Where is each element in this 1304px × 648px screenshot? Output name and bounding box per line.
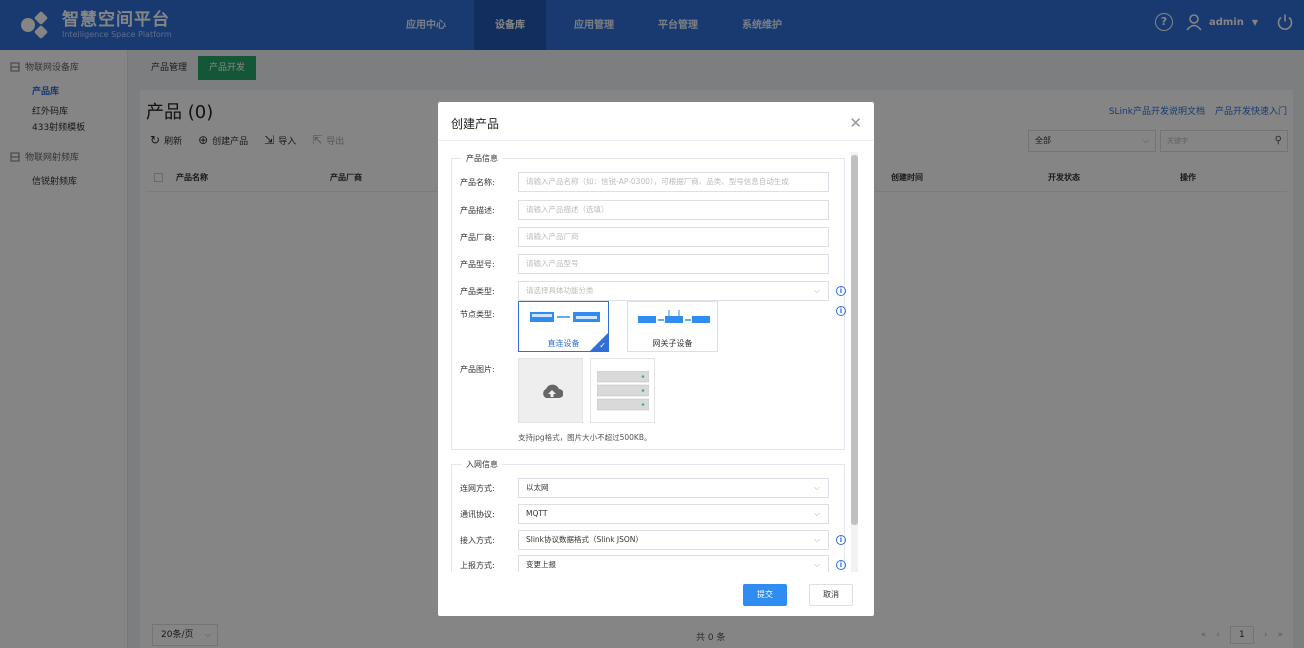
device-image [597, 371, 649, 411]
product-desc-input[interactable]: 请输入产品描述（选填） [518, 200, 829, 220]
vendor-placeholder: 请输入产品厂商 [526, 232, 579, 241]
chevron-down-icon: ⌵ [813, 535, 820, 544]
desc-placeholder: 请输入产品描述（选填） [526, 205, 609, 214]
protocol-select[interactable]: MQTT ⌵ [518, 504, 829, 524]
section-title: 入网信息 [462, 459, 502, 470]
report-method-select[interactable]: 变更上报 ⌵ [518, 555, 829, 572]
chevron-down-icon: ⌵ [813, 509, 820, 518]
dialog-divider [438, 140, 874, 141]
check-icon: ✓ [599, 341, 606, 350]
image-hint: 支持jpg格式，图片大小不超过500KB。 [518, 433, 652, 442]
type-placeholder: 请选择具体功能分类 [526, 286, 594, 295]
desc-label: 产品描述: [460, 206, 495, 215]
info-icon[interactable]: i [836, 535, 846, 545]
proto-value: MQTT [526, 509, 548, 518]
image-label: 产品图片: [460, 365, 495, 374]
report-value: 变更上报 [526, 560, 556, 569]
info-icon[interactable]: i [836, 560, 846, 570]
connection-method-select[interactable]: 以太网 ⌵ [518, 478, 829, 498]
dialog-body: 产品信息 产品名称: 请输入产品名称（如：信锐-AP-0300），可根据厂商、品… [451, 152, 859, 572]
section-title: 产品信息 [462, 153, 502, 164]
node-type-label: 节点类型: [460, 310, 495, 319]
proto-label: 通讯协议: [460, 510, 495, 519]
node-option-label: 网关子设备 [652, 339, 693, 348]
cloud-upload-icon [543, 384, 563, 398]
type-label: 产品类型: [460, 287, 495, 296]
image-upload-area[interactable] [518, 358, 583, 423]
chevron-down-icon: ⌵ [813, 286, 820, 295]
dialog-title: 创建产品 [451, 117, 500, 131]
info-icon[interactable]: i [836, 286, 846, 296]
chevron-down-icon: ⌵ [813, 560, 820, 569]
conn-value: 以太网 [526, 483, 549, 492]
vendor-input[interactable]: 请输入产品厂商 [518, 227, 829, 247]
gateway-device-icon [638, 310, 710, 323]
model-placeholder: 请输入产品型号 [526, 259, 579, 268]
model-label: 产品型号: [460, 260, 495, 269]
chevron-down-icon: ⌵ [813, 483, 820, 492]
access-method-select[interactable]: Slink协议数据格式（Slink JSON） ⌵ [518, 530, 829, 550]
conn-label: 连网方式: [460, 484, 495, 493]
product-image-preview [590, 358, 655, 423]
access-label: 接入方式: [460, 536, 495, 545]
product-name-input[interactable]: 请输入产品名称（如：信锐-AP-0300），可根据厂商、品类、型号信息自动生成 [518, 172, 829, 192]
node-option-direct[interactable]: 直连设备 ✓ [518, 301, 609, 352]
name-placeholder: 请输入产品名称（如：信锐-AP-0300），可根据厂商、品类、型号信息自动生成 [526, 177, 789, 186]
node-option-gateway-sub[interactable]: 网关子设备 [627, 301, 718, 352]
report-label: 上报方式: [460, 561, 495, 570]
name-label: 产品名称: [460, 178, 495, 187]
cancel-button[interactable]: 取消 [809, 584, 853, 606]
vendor-label: 产品厂商: [460, 233, 495, 242]
create-product-dialog: 创建产品 ✕ 产品信息 产品名称: 请输入产品名称（如：信锐-AP-0300），… [438, 102, 874, 616]
model-input[interactable]: 请输入产品型号 [518, 254, 829, 274]
submit-button[interactable]: 提交 [743, 584, 787, 606]
dialog-scrollbar-thumb[interactable] [851, 155, 858, 525]
access-value: Slink协议数据格式（Slink JSON） [526, 535, 643, 544]
direct-device-icon [530, 312, 600, 322]
product-type-select[interactable]: 请选择具体功能分类 ⌵ [518, 281, 829, 301]
info-icon[interactable]: i [836, 306, 846, 316]
close-icon[interactable]: ✕ [849, 114, 862, 132]
